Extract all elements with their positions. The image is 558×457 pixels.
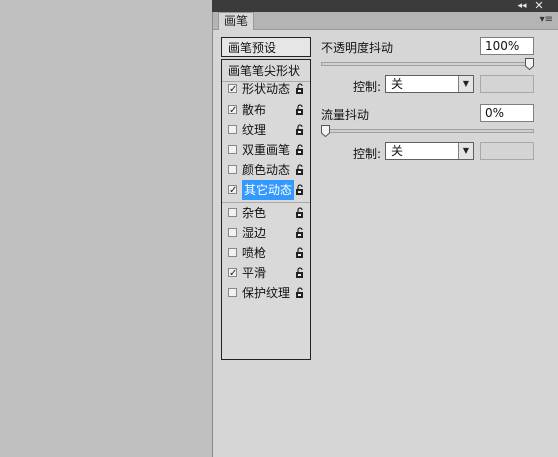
lock-icon[interactable] [295, 207, 306, 218]
opacity-jitter-slider-thumb[interactable] [525, 58, 534, 70]
brush-settings-list: 画笔笔尖形状 形状动态 散布 纹理 双重画笔 颜色动态 [221, 59, 311, 360]
lock-icon[interactable] [295, 124, 306, 135]
lock-icon[interactable] [295, 267, 306, 278]
checkbox[interactable] [228, 145, 237, 154]
list-item-label: 形状动态 [242, 82, 291, 96]
list-item[interactable]: 颜色动态 [222, 160, 310, 180]
opacity-control-disabled-field [480, 75, 534, 93]
flow-control-select[interactable]: 关 ▼ [385, 142, 474, 160]
flow-jitter-slider-thumb[interactable] [321, 125, 330, 137]
list-item[interactable]: 湿边 [222, 223, 310, 243]
lock-icon[interactable] [295, 184, 306, 195]
list-item-selected[interactable]: 其它动态 [222, 180, 310, 201]
list-item-label: 喷枪 [242, 246, 267, 260]
list-item-label: 杂色 [242, 206, 267, 220]
close-icon[interactable]: ✕ [533, 0, 545, 12]
list-item[interactable]: 形状动态 [222, 79, 310, 100]
lock-icon[interactable] [295, 227, 306, 238]
checkbox[interactable] [228, 101, 237, 121]
checkbox[interactable] [228, 125, 237, 134]
list-item-label: 其它动态 [242, 180, 295, 200]
panel-title-bar: ◂◂ ✕ [212, 0, 558, 12]
opacity-jitter-label: 不透明度抖动 [321, 41, 394, 55]
checkbox[interactable] [228, 264, 237, 284]
checkbox[interactable] [228, 288, 237, 297]
opacity-jitter-field[interactable]: 100% [480, 37, 534, 55]
lock-icon[interactable] [295, 144, 306, 155]
checkbox[interactable] [228, 248, 237, 257]
brush-presets-button[interactable]: 画笔预设 [221, 37, 311, 57]
list-item-label: 颜色动态 [242, 163, 291, 177]
brush-panel: 画笔 ▾≡ 画笔预设 画笔笔尖形状 形状动态 散布 纹理 双重画笔 [212, 12, 558, 457]
lock-icon[interactable] [295, 83, 306, 94]
opacity-control-value: 关 [391, 77, 404, 91]
flow-control-disabled-field [480, 142, 534, 160]
checkbox[interactable] [228, 228, 237, 237]
opacity-control-label: 控制: [353, 80, 382, 94]
tip-shape-label: 画笔笔尖形状 [228, 64, 301, 78]
panel-menu-icon[interactable]: ▾≡ [540, 14, 553, 25]
flow-jitter-label: 流量抖动 [321, 108, 370, 122]
list-item-label: 纹理 [242, 123, 267, 137]
checkbox[interactable] [228, 80, 237, 100]
checkbox[interactable] [228, 165, 237, 174]
list-item-label: 保护纹理 [242, 286, 291, 300]
desktop-background: { "panel": { "tab_label": "画笔", "collaps… [0, 0, 558, 457]
lock-icon[interactable] [295, 287, 306, 298]
list-item-label: 散布 [242, 103, 267, 117]
list-item[interactable]: 喷枪 [222, 243, 310, 263]
list-item[interactable]: 平滑 [222, 263, 310, 284]
checkbox[interactable] [228, 208, 237, 217]
tip-shape-item[interactable]: 画笔笔尖形状 [222, 61, 310, 81]
flow-jitter-field[interactable]: 0% [480, 104, 534, 122]
chevron-down-icon[interactable]: ▼ [458, 143, 473, 159]
tab-brush[interactable]: 画笔 [218, 12, 254, 30]
chevron-down-icon[interactable]: ▼ [458, 76, 473, 92]
list-item[interactable]: 双重画笔 [222, 140, 310, 160]
list-item[interactable]: 散布 [222, 100, 310, 121]
list-item[interactable]: 杂色 [222, 203, 310, 223]
list-item[interactable]: 纹理 [222, 120, 310, 140]
lock-icon[interactable] [295, 247, 306, 258]
list-item-label: 双重画笔 [242, 143, 291, 157]
lock-icon[interactable] [295, 104, 306, 115]
list-item-label: 湿边 [242, 226, 267, 240]
list-item-label: 平滑 [242, 266, 267, 280]
flow-jitter-slider-track[interactable] [321, 129, 534, 133]
flow-control-value: 关 [391, 144, 404, 158]
double-chevron-right-icon[interactable]: ◂◂ [515, 0, 529, 12]
opacity-control-select[interactable]: 关 ▼ [385, 75, 474, 93]
panel-tab-strip: 画笔 ▾≡ [213, 12, 558, 30]
checkbox[interactable] [228, 181, 237, 201]
list-item[interactable]: 保护纹理 [222, 283, 310, 303]
opacity-jitter-slider-track[interactable] [321, 62, 534, 66]
lock-icon[interactable] [295, 164, 306, 175]
flow-control-label: 控制: [353, 147, 382, 161]
